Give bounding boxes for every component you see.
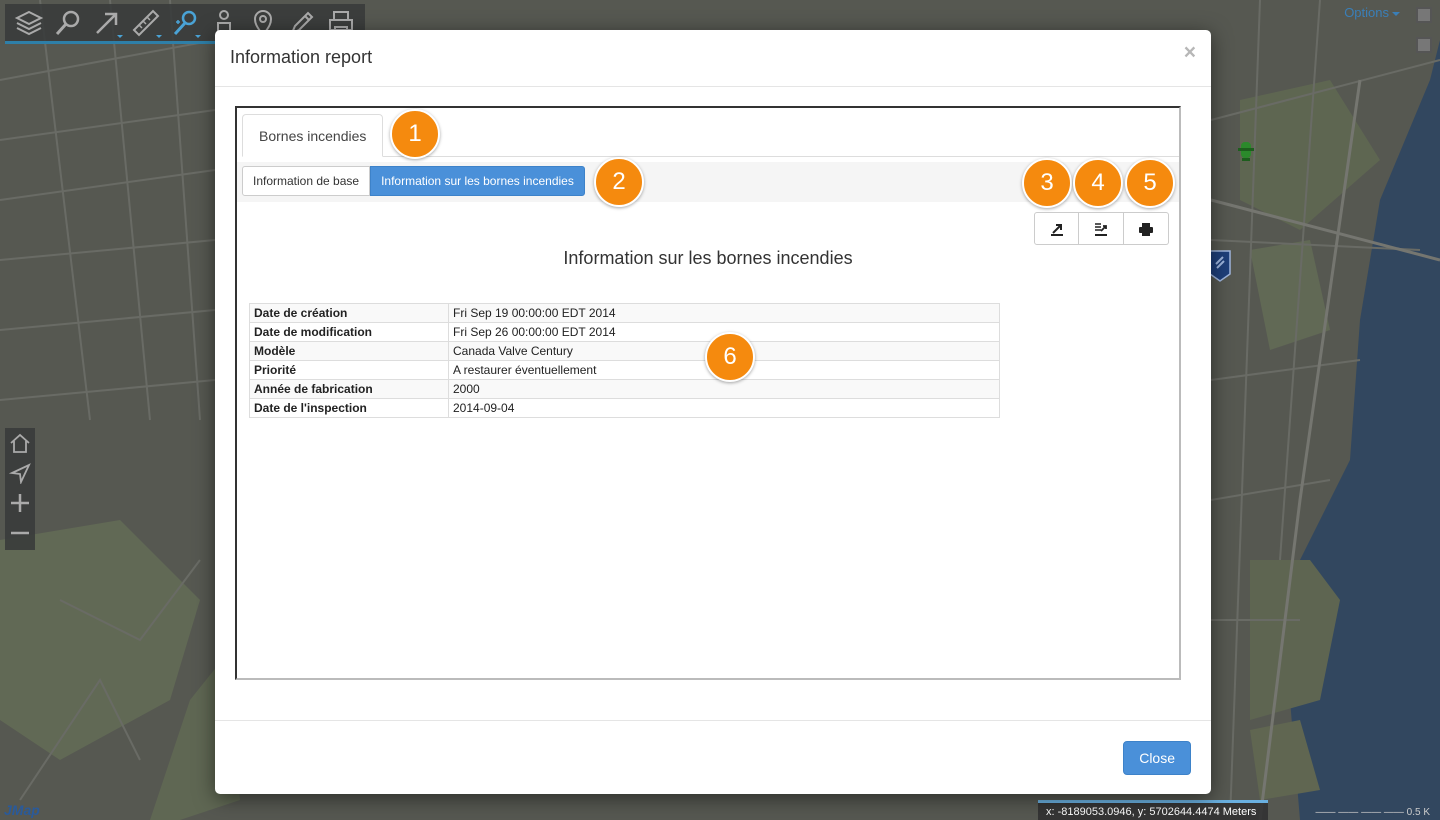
scale-label: 0.5 K (1406, 807, 1430, 818)
callout-2: 2 (594, 157, 644, 207)
export-button[interactable] (1034, 212, 1079, 245)
attribute-rows: Date de création Fri Sep 19 00:00:00 EDT … (249, 303, 1000, 418)
coordinates-readout: x: -8189053.0946, y: 5702644.4474 Meters (1038, 800, 1268, 820)
segment-information-de-base[interactable]: Information de base (242, 166, 371, 196)
close-icon[interactable]: × (1184, 41, 1196, 65)
report-title: Information sur les bornes incendies (563, 248, 853, 268)
table-row: Modèle Canada Valve Century (249, 341, 1000, 361)
search-tool[interactable] (48, 4, 87, 42)
home-icon (10, 433, 30, 453)
map-widget-icon[interactable] (1416, 7, 1432, 23)
zoom-in-button[interactable] (5, 488, 35, 518)
attribute-label: Modèle (249, 341, 449, 361)
callout-1: 1 (390, 109, 440, 159)
search-icon (55, 10, 79, 35)
table-row: Date de modification Fri Sep 26 00:00:00 … (249, 322, 1000, 342)
select-arrow-icon (95, 12, 117, 34)
export-icon (1050, 223, 1063, 236)
home-button[interactable] (5, 428, 35, 458)
table-row: Priorité A restaurer éventuellement (249, 360, 1000, 380)
attribute-label: Priorité (249, 360, 449, 380)
layers-icon (14, 10, 43, 35)
options-label: Options (1344, 5, 1389, 20)
layers-tool[interactable] (9, 4, 48, 42)
attribute-label: Date de l'inspection (249, 398, 449, 418)
attribute-value: 2000 (448, 379, 1000, 399)
section-switcher: Information de base Information sur les … (242, 166, 585, 196)
navigate-icon (9, 463, 31, 484)
jmap-logo: JMap (4, 802, 40, 818)
layer-tabs: Bornes incendies (242, 114, 1179, 157)
measure-icon (132, 9, 159, 36)
measure-tool[interactable] (126, 4, 165, 42)
information-report-dialog: Information report × Bornes incendies In… (215, 30, 1211, 794)
scale-bar: —— —— —— —— 0.5 K (1315, 807, 1430, 818)
report-actions (1034, 212, 1169, 245)
identify-tool[interactable] (165, 4, 204, 42)
dropdown-caret-icon (117, 34, 123, 38)
segment-information-bornes[interactable]: Information sur les bornes incendies (370, 166, 585, 196)
zoom-out-button[interactable] (5, 518, 35, 548)
print-report-button[interactable] (1124, 212, 1169, 245)
table-row: Date de création Fri Sep 19 00:00:00 EDT … (249, 303, 1000, 323)
export-table-icon (1095, 222, 1107, 236)
callout-4: 4 (1073, 158, 1123, 208)
callout-3: 3 (1022, 158, 1072, 208)
zoom-out-icon (11, 531, 29, 535)
table-row: Année de fabrication 2000 (249, 379, 1000, 399)
attribute-value: Fri Sep 19 00:00:00 EDT 2014 (448, 303, 1000, 323)
map-widget-icon[interactable] (1416, 37, 1432, 53)
modal-header: Information report × (215, 30, 1211, 87)
modal-footer: Close (215, 720, 1211, 794)
table-row: Date de l'inspection 2014-09-04 (249, 398, 1000, 418)
print-icon (1139, 222, 1153, 236)
attribute-label: Date de modification (249, 322, 449, 342)
attribute-label: Date de création (249, 303, 449, 323)
select-tool[interactable] (87, 4, 126, 42)
callout-5: 5 (1125, 158, 1175, 208)
map-navigation (5, 428, 35, 550)
callout-6: 6 (705, 332, 755, 382)
dropdown-caret-icon (195, 34, 201, 38)
map-marker-icon[interactable] (1209, 250, 1231, 287)
zoom-in-icon (11, 494, 29, 512)
attribute-label: Année de fabrication (249, 379, 449, 399)
attribute-value: 2014-09-04 (448, 398, 1000, 418)
navigate-button[interactable] (5, 458, 35, 488)
identify-icon (173, 10, 196, 35)
export-table-button[interactable] (1079, 212, 1124, 245)
attribute-table: Date de création Fri Sep 19 00:00:00 EDT … (249, 303, 1000, 418)
modal-title: Information report (230, 47, 373, 67)
close-button[interactable]: Close (1123, 741, 1191, 775)
map-feature-icon[interactable] (1237, 140, 1255, 167)
chevron-down-icon (1392, 11, 1400, 16)
dropdown-caret-icon (156, 34, 162, 38)
tab-bornes-incendies[interactable]: Bornes incendies (242, 114, 384, 157)
options-menu[interactable]: Options (1344, 5, 1400, 20)
